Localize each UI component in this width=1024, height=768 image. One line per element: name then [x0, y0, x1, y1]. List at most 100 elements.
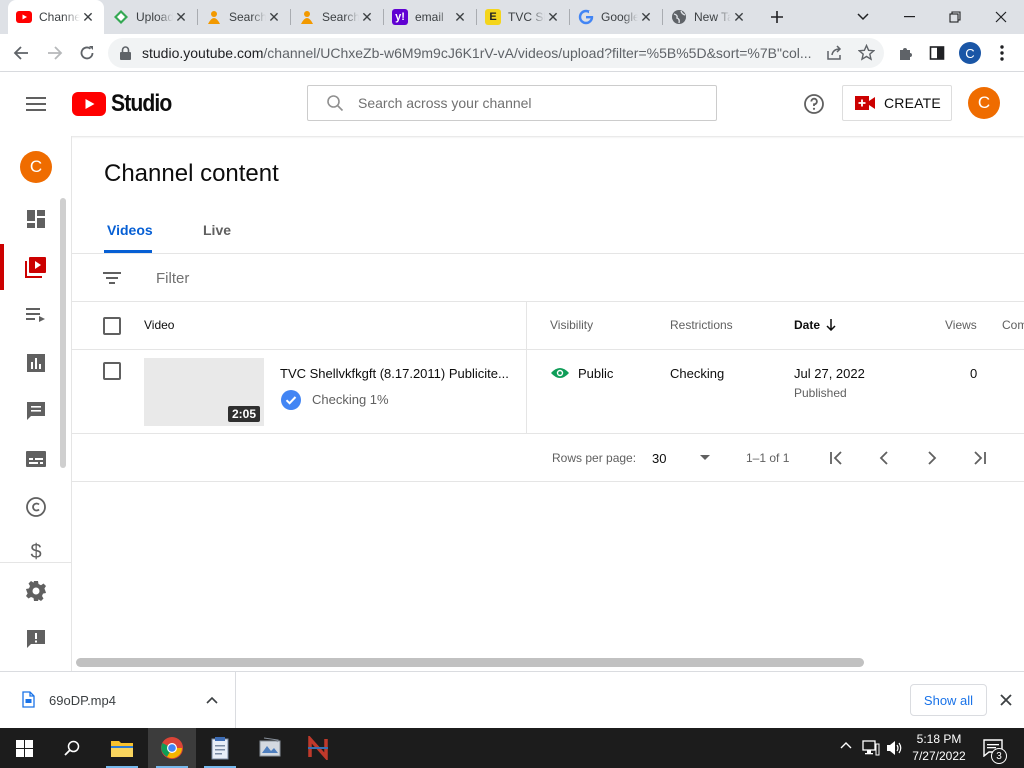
- browser-tab-tvc[interactable]: E TVC Shell ✕: [477, 0, 569, 34]
- create-button[interactable]: CREATE: [842, 85, 952, 121]
- search-taskbar-icon[interactable]: [48, 728, 96, 768]
- sidebar-scrollbar[interactable]: [60, 198, 66, 468]
- filter-input-placeholder[interactable]: Filter: [156, 270, 189, 287]
- lock-icon[interactable]: [120, 46, 131, 60]
- sidebar-item-feedback[interactable]: [0, 616, 72, 662]
- column-header-date[interactable]: Date: [794, 318, 836, 332]
- restrictions-value: Checking: [670, 366, 725, 381]
- start-button[interactable]: [0, 728, 48, 768]
- hamburger-menu-icon[interactable]: [20, 92, 52, 116]
- column-header-date-label: Date: [794, 318, 821, 332]
- back-arrow-icon[interactable]: [6, 38, 36, 68]
- system-clock[interactable]: 5:18 PM 7/27/2022: [905, 731, 973, 765]
- clock-date: 7/27/2022: [912, 749, 966, 763]
- photos-app-icon[interactable]: [246, 728, 294, 768]
- show-all-downloads-button[interactable]: Show all: [910, 684, 987, 716]
- close-tab-icon[interactable]: ✕: [173, 9, 189, 25]
- close-tab-icon[interactable]: ✕: [80, 9, 96, 25]
- sidebar-item-earn[interactable]: $: [0, 532, 72, 562]
- sort-arrow-down-icon: [826, 319, 836, 331]
- close-tab-icon[interactable]: ✕: [452, 9, 468, 25]
- browser-tab-email[interactable]: y! email ✕: [384, 0, 476, 34]
- account-avatar[interactable]: C: [968, 87, 1000, 119]
- browser-menu-icon[interactable]: [987, 38, 1017, 68]
- close-tab-icon[interactable]: ✕: [545, 9, 561, 25]
- share-icon[interactable]: [826, 45, 842, 61]
- row-checkbox[interactable]: [103, 362, 121, 380]
- profile-avatar[interactable]: C: [955, 38, 985, 68]
- browser-tab-google[interactable]: Google ✕: [570, 0, 662, 34]
- forward-arrow-icon[interactable]: [40, 38, 70, 68]
- close-window-button[interactable]: [978, 0, 1024, 34]
- close-tab-icon[interactable]: ✕: [638, 9, 654, 25]
- close-tab-icon[interactable]: ✕: [731, 9, 747, 25]
- tab-title: Channel content - YouTube Studio: [39, 10, 80, 24]
- first-page-icon[interactable]: [824, 446, 848, 470]
- select-all-checkbox[interactable]: [103, 317, 121, 335]
- horizontal-scrollbar[interactable]: [76, 658, 864, 667]
- chevron-up-icon[interactable]: [206, 696, 218, 704]
- notepad-app-icon[interactable]: [196, 728, 244, 768]
- search-input[interactable]: [358, 95, 698, 111]
- notification-count-badge: 3: [991, 748, 1007, 764]
- search-person-icon: [206, 9, 222, 25]
- visibility-value[interactable]: Public: [578, 366, 613, 381]
- feedback-icon: [26, 629, 46, 649]
- comments-icon: [26, 401, 46, 421]
- table-row[interactable]: 2:05 TVC Shellvkfkgft (8.17.2011) Public…: [72, 350, 1024, 434]
- column-header-restrictions[interactable]: Restrictions: [670, 318, 733, 332]
- channel-avatar[interactable]: C: [20, 151, 52, 183]
- file-explorer-icon[interactable]: [98, 728, 146, 768]
- tab-title: TVC Shell: [508, 10, 545, 24]
- close-tab-icon[interactable]: ✕: [266, 9, 282, 25]
- new-tab-button[interactable]: [754, 0, 800, 34]
- browser-tab-new[interactable]: New Tab ✕: [663, 0, 755, 34]
- extensions-puzzle-icon[interactable]: [891, 38, 921, 68]
- channel-search-box[interactable]: [307, 85, 717, 121]
- bookmark-star-icon[interactable]: [858, 44, 875, 61]
- rows-per-page-select[interactable]: 30: [652, 444, 714, 472]
- address-bar[interactable]: studio.youtube.com/channel/UChxeZb-w6M9m…: [108, 38, 884, 68]
- tab-title: Upload: [136, 10, 173, 24]
- studio-logo[interactable]: Studio: [72, 90, 180, 118]
- video-title[interactable]: TVC Shellvkfkgft (8.17.2011) Publicite..…: [280, 366, 512, 381]
- video-duration: 2:05: [227, 406, 260, 422]
- side-panel-icon[interactable]: [922, 38, 952, 68]
- help-icon[interactable]: [801, 91, 827, 117]
- downloads-bar: 69oDP.mp4 Show all: [0, 671, 1024, 729]
- filter-bar[interactable]: Filter: [72, 253, 1024, 302]
- filter-icon[interactable]: [103, 272, 121, 284]
- browser-tab-upload[interactable]: Upload ✕: [105, 0, 197, 34]
- reload-icon[interactable]: [72, 38, 102, 68]
- previous-page-icon[interactable]: [872, 446, 896, 470]
- tab-title: New Tab: [694, 10, 731, 24]
- minimize-button[interactable]: [886, 0, 932, 34]
- processing-status: Checking 1%: [312, 392, 389, 407]
- column-header-views[interactable]: Views: [945, 318, 977, 332]
- n-app-icon[interactable]: [294, 728, 342, 768]
- sidebar-item-copyright[interactable]: [0, 484, 72, 530]
- browser-tab-search-2[interactable]: Search ✕: [291, 0, 383, 34]
- last-page-icon[interactable]: [968, 446, 992, 470]
- studio-header: Studio CREATE C: [0, 72, 1024, 136]
- video-thumbnail[interactable]: 2:05: [144, 358, 264, 426]
- browser-tab-studio[interactable]: Channel content - YouTube Studio ✕: [8, 0, 104, 34]
- sidebar-item-settings[interactable]: [0, 568, 72, 614]
- volume-icon[interactable]: [886, 740, 904, 756]
- column-header-video: Video: [144, 318, 175, 332]
- close-tab-icon[interactable]: ✕: [359, 9, 375, 25]
- browser-tab-search-1[interactable]: Search ✕: [198, 0, 290, 34]
- next-page-icon[interactable]: [920, 446, 944, 470]
- chevron-up-tray-icon[interactable]: [840, 741, 852, 749]
- column-header-comments[interactable]: Com: [1002, 318, 1024, 332]
- tab-search-chevron-icon[interactable]: [840, 0, 886, 34]
- chrome-taskbar-icon[interactable]: [148, 728, 196, 768]
- tab-live[interactable]: Live: [203, 214, 231, 254]
- restore-button[interactable]: [932, 0, 978, 34]
- column-header-visibility[interactable]: Visibility: [550, 318, 593, 332]
- analytics-icon: [26, 353, 46, 373]
- close-downloads-icon[interactable]: [1000, 694, 1012, 706]
- tab-videos[interactable]: Videos: [107, 214, 153, 254]
- download-item[interactable]: 69oDP.mp4: [0, 672, 236, 729]
- network-icon[interactable]: [862, 740, 880, 756]
